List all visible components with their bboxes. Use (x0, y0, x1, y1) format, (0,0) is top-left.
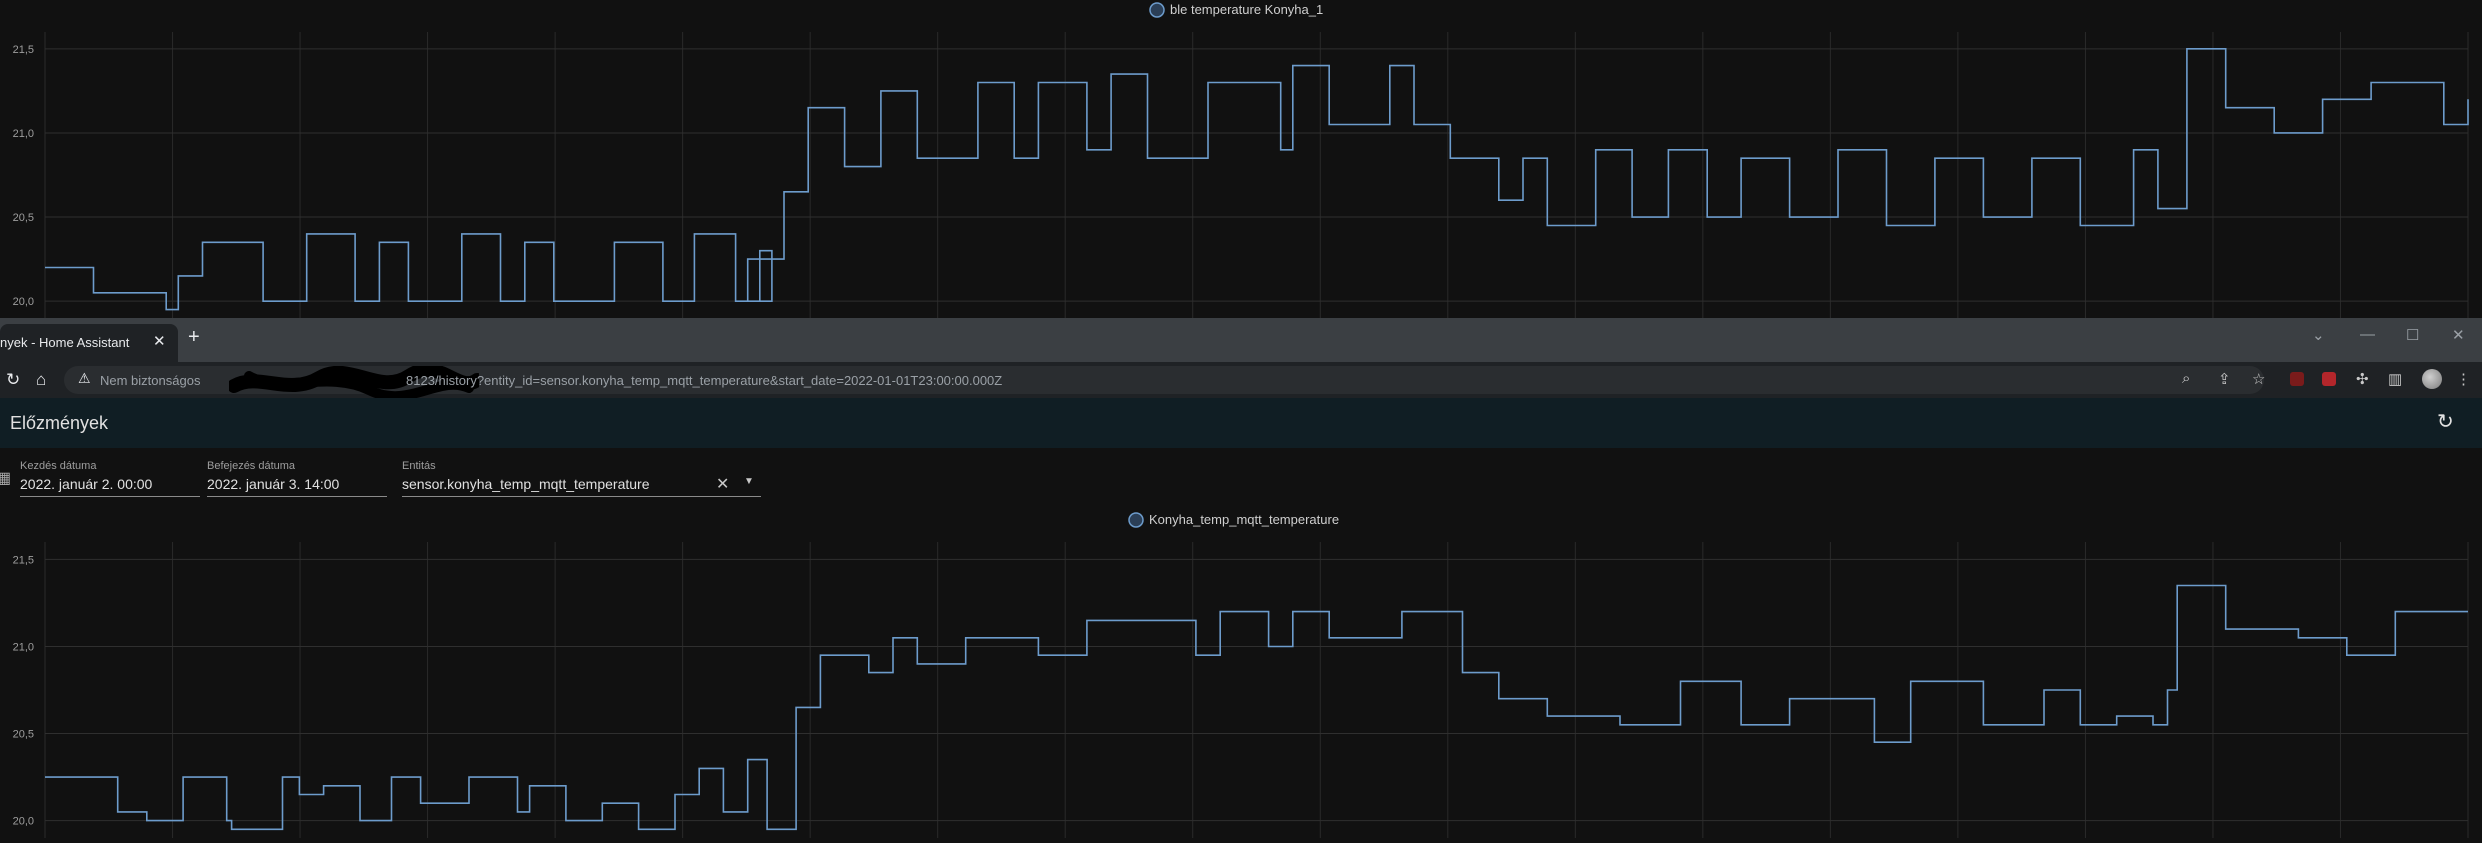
browser-tab-bar: nyek - Home Assistant ✕ + ⌄ — ☐ ✕ (0, 318, 2482, 362)
menu-icon[interactable]: ⋮ (2456, 370, 2471, 388)
top-chart-y-tick-label: 20,5 (13, 212, 34, 224)
bottom-chart-legend-label[interactable]: Konyha_temp_mqtt_temperature (1149, 512, 1339, 527)
avatar[interactable] (2422, 369, 2442, 389)
star-icon[interactable]: ☆ (2252, 370, 2265, 388)
maximize-icon[interactable]: ☐ (2406, 326, 2419, 344)
bottom-chart-y-tick-label: 21,0 (13, 641, 34, 653)
browser-tab[interactable]: nyek - Home Assistant ✕ (0, 324, 178, 362)
url-text[interactable]: 8123/history?entity_id=sensor.konyha_tem… (406, 373, 1002, 388)
calendar-icon[interactable]: ▦ (0, 468, 11, 488)
bottom-chart-y-tick-label: 21,5 (13, 554, 34, 566)
top-chart-y-tick-label: 21,0 (13, 128, 34, 140)
plus-icon[interactable]: + (188, 326, 200, 349)
puzzle-icon[interactable]: ✣ (2356, 370, 2369, 388)
end-date-label: Befejezés dátuma (207, 460, 296, 472)
share-icon[interactable]: ⇪ (2218, 370, 2231, 388)
bottom-chart-svg: 21,5 21,0 20,5 20,0 Konyha_temp_mqtt_tempera… (13, 512, 2469, 838)
page-title: Előzmények (10, 413, 109, 433)
top-chart-legend[interactable]: ble temperature Konyha_1 (1149, 2, 1323, 18)
top-chart-y-tick-label: 21,5 (13, 44, 34, 56)
chevron-down-icon[interactable]: ⌄ (2312, 326, 2325, 344)
ublock-icon[interactable] (2322, 372, 2336, 386)
history-filters: ▦ Kezdés dátuma 2022. január 2. 00:00 Be… (0, 448, 2482, 508)
extension-icon[interactable] (2290, 372, 2304, 386)
top-chart-legend-label[interactable]: ble temperature Konyha_1 (1170, 2, 1323, 17)
zoom-icon[interactable]: ⌕ (2182, 370, 2190, 387)
browser-toolbar: ↻ ⌂ ⚠ Nem biztonságos 8123/history?entit… (0, 362, 2482, 402)
top-chart-legend-marker[interactable] (1149, 2, 1165, 18)
reload-icon[interactable]: ↻ (6, 370, 20, 390)
close-icon[interactable]: ✕ (153, 332, 166, 350)
entity-picker[interactable]: Entitás sensor.konyha_temp_mqtt_temperat… (402, 460, 761, 497)
bottom-chart-series-line (45, 584, 2468, 831)
entity-value[interactable]: sensor.konyha_temp_mqtt_temperature (402, 476, 649, 492)
home-icon[interactable]: ⌂ (36, 370, 46, 390)
top-history-chart: 21,5 21,0 20,5 20,0 ble temperature Konyha_1 (0, 0, 2482, 318)
top-chart-y-tick-label: 20,0 (13, 296, 34, 308)
end-date-field[interactable]: Befejezés dátuma 2022. január 3. 14:00 (207, 460, 387, 497)
bottom-chart-legend-marker[interactable] (1128, 512, 1144, 528)
address-bar[interactable]: ⚠ Nem biztonságos 8123/history?entity_id… (64, 366, 2264, 402)
sidebar-icon[interactable]: ▥ (2388, 370, 2402, 388)
chevron-down-icon[interactable]: ▼ (744, 476, 754, 487)
top-chart-series-line (45, 48, 2469, 311)
tab-title: nyek - Home Assistant (0, 335, 130, 350)
refresh-icon[interactable]: ↻ (2437, 409, 2454, 434)
start-date-value[interactable]: 2022. január 2. 00:00 (20, 476, 152, 492)
start-date-field[interactable]: Kezdés dátuma 2022. január 2. 00:00 (20, 460, 200, 497)
minimize-icon[interactable]: — (2360, 326, 2375, 343)
window-close-icon[interactable]: ✕ (2452, 326, 2465, 344)
entity-label: Entitás (402, 460, 436, 472)
end-date-value[interactable]: 2022. január 3. 14:00 (207, 476, 339, 492)
warning-icon[interactable]: ⚠ (78, 370, 91, 387)
bottom-chart-y-tick-label: 20,5 (13, 729, 34, 741)
top-chart-svg: 21,5 21,0 20,5 20,0 ble temperature Konyha_1 (13, 2, 2469, 318)
bottom-chart-legend[interactable]: Konyha_temp_mqtt_temperature (1128, 512, 1339, 528)
bottom-history-chart: 21,5 21,0 20,5 20,0 Konyha_temp_mqtt_tempera… (0, 508, 2482, 838)
start-date-label: Kezdés dátuma (20, 460, 97, 472)
ha-header: Előzmények ↻ (0, 398, 2482, 448)
bottom-chart-y-tick-label: 20,0 (13, 816, 34, 828)
security-text[interactable]: Nem biztonságos (100, 373, 200, 388)
close-icon[interactable]: ✕ (716, 474, 729, 494)
